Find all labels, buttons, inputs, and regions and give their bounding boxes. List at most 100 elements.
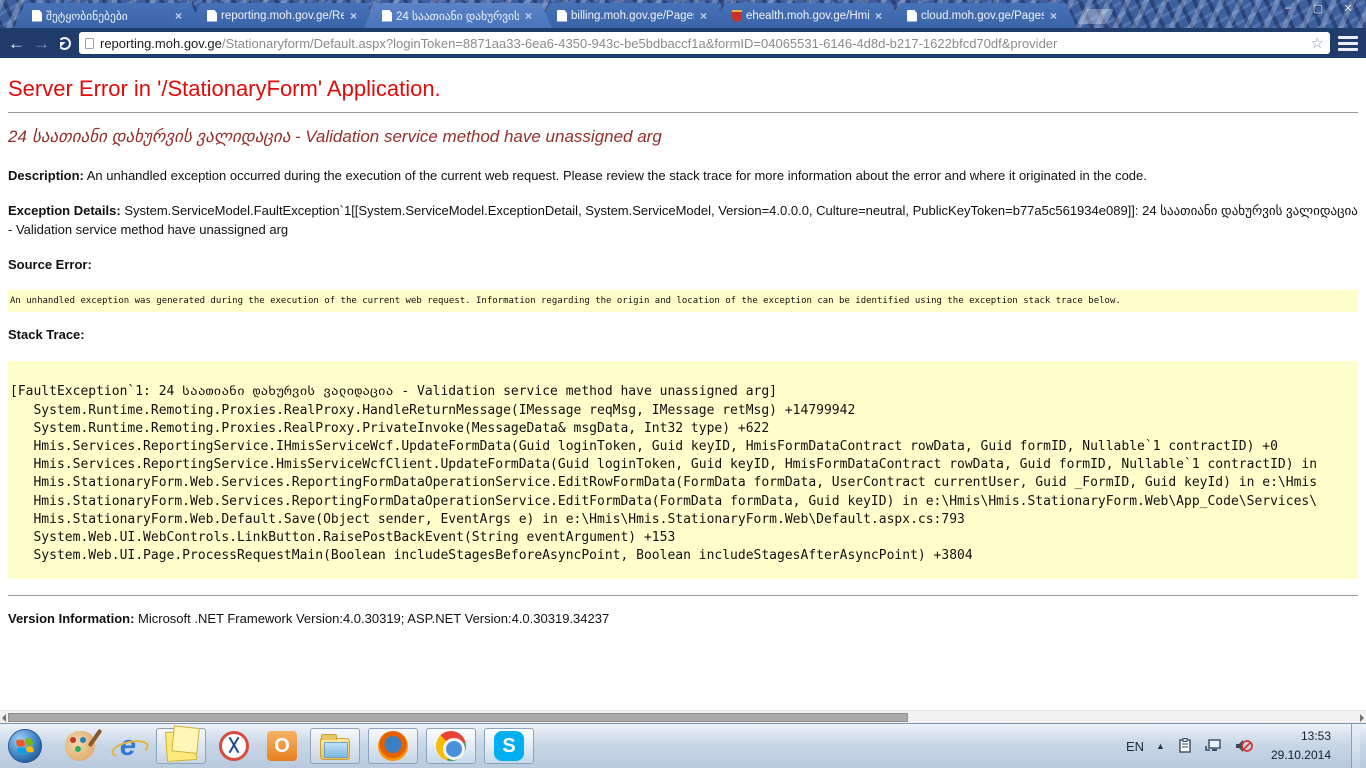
description-row: Description: An unhandled exception occu… <box>8 167 1358 186</box>
exception-details-row: Exception Details: System.ServiceModel.F… <box>8 202 1358 240</box>
tab-title: reporting.moh.gov.ge/Rep <box>221 10 344 22</box>
tab-title: 24 საათიანი დახურვის ვ <box>396 9 519 23</box>
stack-trace-row: Stack Trace: <box>8 326 1358 345</box>
tab-close-icon[interactable]: × <box>873 9 884 23</box>
exception-details-text: System.ServiceModel.FaultException`1[[Sy… <box>8 203 1358 237</box>
sticky-notes-icon <box>165 730 197 762</box>
page-favicon-icon <box>907 10 917 22</box>
minimize-button[interactable]: – <box>1278 2 1298 15</box>
firefox-icon <box>378 731 408 761</box>
page-viewport: Server Error in '/StationaryForm' Applic… <box>0 58 1366 710</box>
taskbar-item-skype[interactable]: S <box>484 728 534 764</box>
network-icon[interactable] <box>1205 738 1223 754</box>
window-controls: – ▢ ✕ <box>1278 2 1358 15</box>
new-tab-button[interactable] <box>1078 9 1114 24</box>
scroll-right-arrow-icon[interactable] <box>1360 714 1364 722</box>
clock[interactable]: 13:53 29.10.2014 <box>1271 727 1331 764</box>
windows-explorer-icon <box>320 738 350 760</box>
tab-cloud[interactable]: cloud.moh.gov.ge/Pages × <box>889 3 1077 28</box>
url-path: /Stationaryform/Default.aspx?loginToken=… <box>222 36 1057 51</box>
taskbar-item-snipping-tool[interactable] <box>214 728 254 764</box>
address-bar[interactable]: reporting.moh.gov.ge/Stationaryform/Defa… <box>79 32 1330 54</box>
snipping-tool-icon <box>219 731 249 761</box>
tab-close-icon[interactable]: × <box>698 9 709 23</box>
source-error-label: Source Error: <box>8 257 92 272</box>
windows-logo-icon <box>16 738 34 754</box>
close-button[interactable]: ✕ <box>1338 2 1358 15</box>
taskbar-item-paint[interactable] <box>60 728 100 764</box>
tab-ehealth[interactable]: ehealth.moh.gov.ge/Hmis × <box>714 3 902 28</box>
page-favicon-icon <box>382 10 392 22</box>
tab-title: შეტყობინებები <box>46 9 169 23</box>
forward-button[interactable]: → <box>33 35 50 52</box>
start-button[interactable] <box>8 729 42 763</box>
url-domain: reporting.moh.gov.ge <box>100 36 222 51</box>
tab-close-icon[interactable]: × <box>348 9 359 23</box>
action-center-icon[interactable] <box>1177 738 1193 754</box>
source-error-text: An unhandled exception was generated dur… <box>10 294 1356 308</box>
stack-trace-text: [FaultException`1: 24 საათიანი დახურვის … <box>10 365 1356 565</box>
exception-details-label: Exception Details: <box>8 203 121 218</box>
taskbar-item-chrome[interactable] <box>426 728 476 764</box>
language-indicator[interactable]: EN <box>1126 739 1144 754</box>
source-error-row: Source Error: <box>8 256 1358 275</box>
version-row: Version Information: Microsoft .NET Fram… <box>8 610 1358 629</box>
error-page-subtitle: 24 საათიანი დახურვის ვალიდაცია - Validat… <box>8 127 1358 147</box>
reload-button[interactable] <box>58 37 71 50</box>
tab-close-icon[interactable]: × <box>1048 9 1059 23</box>
tab-title: cloud.moh.gov.ge/Pages <box>921 10 1044 22</box>
page-favicon-icon <box>557 10 567 22</box>
tab-billing[interactable]: billing.moh.gov.ge/Pages × <box>539 3 727 28</box>
error-page-title: Server Error in '/StationaryForm' Applic… <box>8 76 1358 102</box>
version-text: Microsoft .NET Framework Version:4.0.303… <box>138 611 609 626</box>
tray-expand-arrow-icon[interactable]: ▲ <box>1156 741 1165 751</box>
internet-explorer-icon: e <box>113 731 143 761</box>
description-text: An unhandled exception occurred during t… <box>87 168 1147 183</box>
titlebar: შეტყობინებები × reporting.moh.gov.ge/Rep… <box>0 0 1366 28</box>
taskbar-item-firefox[interactable] <box>368 728 418 764</box>
version-label: Version Information: <box>8 611 134 626</box>
tab-reporting[interactable]: reporting.moh.gov.ge/Rep × <box>189 3 377 28</box>
windows-taskbar: e O S EN ▲ 13:53 29.10.2014 <box>0 723 1366 768</box>
paint-icon <box>65 731 95 761</box>
tab-notifications[interactable]: შეტყობინებები × <box>14 3 202 28</box>
taskbar-item-explorer[interactable] <box>310 728 360 764</box>
system-tray: EN ▲ 13:53 29.10.2014 <box>1126 724 1364 768</box>
tab-title: ehealth.moh.gov.ge/Hmis <box>746 10 869 22</box>
tray-date: 29.10.2014 <box>1271 746 1331 765</box>
tray-time: 13:53 <box>1271 727 1331 746</box>
maximize-button[interactable]: ▢ <box>1308 2 1328 15</box>
volume-muted-icon[interactable] <box>1235 738 1253 754</box>
aspnet-error-page: Server Error in '/StationaryForm' Applic… <box>8 76 1358 629</box>
description-label: Description: <box>8 168 84 183</box>
page-favicon-icon <box>207 10 217 22</box>
tab-strip: შეტყობინებები × reporting.moh.gov.ge/Rep… <box>14 3 1110 28</box>
tab-close-icon[interactable]: × <box>523 9 534 23</box>
source-error-box: An unhandled exception was generated dur… <box>8 290 1358 312</box>
navigation-toolbar: ← → reporting.moh.gov.ge/Stationaryform/… <box>0 28 1366 58</box>
back-button[interactable]: ← <box>8 35 25 52</box>
emblem-favicon-icon <box>732 10 742 22</box>
outlook-icon: O <box>267 731 297 761</box>
horizontal-scrollbar[interactable] <box>0 710 1366 723</box>
taskbar-item-outlook[interactable]: O <box>262 728 302 764</box>
divider <box>8 595 1358 596</box>
page-icon <box>85 38 94 49</box>
skype-icon: S <box>494 731 524 761</box>
tab-stationary-form-active[interactable]: 24 საათიანი დახურვის ვ × <box>364 3 552 28</box>
stack-trace-label: Stack Trace: <box>8 327 85 342</box>
chrome-icon <box>436 731 466 761</box>
show-desktop-button[interactable] <box>1351 724 1360 768</box>
url-text[interactable]: reporting.moh.gov.ge/Stationaryform/Defa… <box>100 36 1305 51</box>
chrome-menu-icon[interactable] <box>1338 36 1358 51</box>
divider <box>8 112 1358 113</box>
scrollbar-thumb[interactable] <box>8 713 908 722</box>
tab-title: billing.moh.gov.ge/Pages <box>571 10 694 22</box>
stack-trace-box: [FaultException`1: 24 საათიანი დახურვის … <box>8 361 1358 579</box>
browser-window: შეტყობინებები × reporting.moh.gov.ge/Rep… <box>0 0 1366 723</box>
tab-close-icon[interactable]: × <box>173 9 184 23</box>
bookmark-star-icon[interactable]: ☆ <box>1311 34 1324 52</box>
scroll-left-arrow-icon[interactable] <box>2 714 6 722</box>
taskbar-item-sticky-notes[interactable] <box>156 728 206 764</box>
taskbar-item-internet-explorer[interactable]: e <box>108 728 148 764</box>
